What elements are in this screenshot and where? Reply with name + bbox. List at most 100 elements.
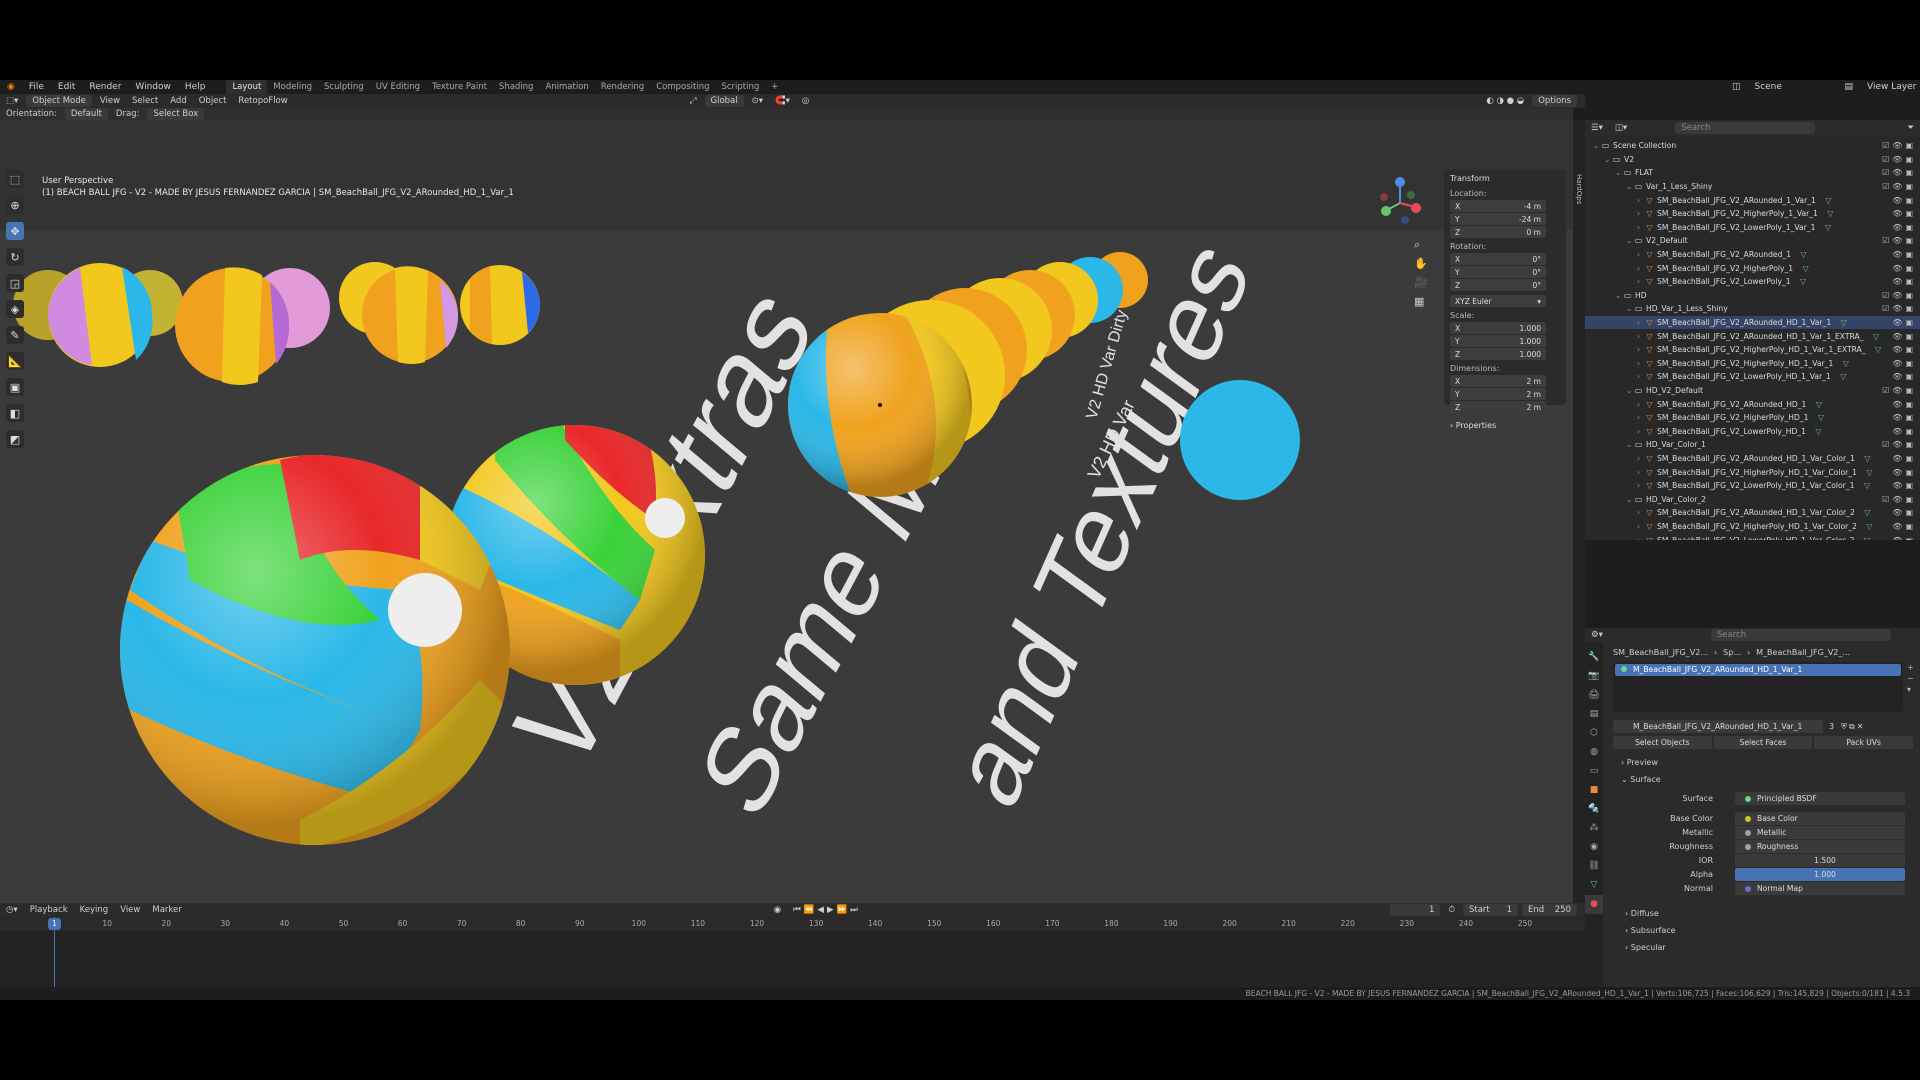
outliner-editor-icon[interactable]: ☰▾ xyxy=(1585,123,1609,133)
location-x-field[interactable]: X -4 m xyxy=(1450,200,1546,212)
outliner-collection-row[interactable]: ⌄ ▭ FLAT ☑👁▣ xyxy=(1585,166,1920,180)
outliner-object-row[interactable]: ›▽SM_BeachBall_JFG_V2_LowerPoly_HD_1_Var… xyxy=(1585,479,1920,493)
expand-chevron-icon[interactable]: › xyxy=(1637,223,1645,232)
data-tab-icon[interactable]: ▽ xyxy=(1585,876,1603,895)
tab-scripting[interactable]: Scripting xyxy=(715,80,765,94)
expand-chevron-icon[interactable]: ⌄ xyxy=(1604,155,1612,164)
tab-rendering[interactable]: Rendering xyxy=(595,80,650,94)
transform-tool[interactable]: ◈ xyxy=(6,300,24,318)
subsurface-panel-header[interactable]: › Subsurface xyxy=(1625,926,1676,935)
mode-dropdown[interactable]: Object Mode xyxy=(26,95,92,107)
menu-marker[interactable]: Marker xyxy=(146,905,187,915)
outliner-object-row[interactable]: › ▽ SM_BeachBall_JFG_V2_HigherPoly_HD_1_Va… xyxy=(1585,465,1920,479)
outliner-object-row[interactable]: › ▽ SM_BeachBall_JFG_V2_HigherPoly_HD_1_Va… xyxy=(1585,520,1920,534)
tab-compositing[interactable]: Compositing xyxy=(650,80,715,94)
tab-animation[interactable]: Animation xyxy=(539,80,594,94)
transform-title[interactable]: Transform xyxy=(1450,174,1560,183)
move-tool[interactable]: ✥ xyxy=(6,222,24,240)
cursor-tool[interactable]: ⊕ xyxy=(6,196,24,214)
preview-range-icon[interactable]: ⏱ xyxy=(1442,905,1461,915)
expand-chevron-icon[interactable]: › xyxy=(1637,250,1645,259)
outliner-object-row[interactable]: › ▽ SM_BeachBall_JFG_V2_ARounded_1 ▽ 👁▣ xyxy=(1585,248,1920,262)
viewport-shading-icons[interactable]: ◐ ◑ ● ◒ xyxy=(1480,96,1530,106)
outliner-object-row[interactable]: ›▽SM_BeachBall_JFG_V2_LowerPoly_HD_1_Var… xyxy=(1585,533,1920,540)
input-field-surface[interactable]: Principled BSDF xyxy=(1735,792,1905,805)
expand-chevron-icon[interactable]: › xyxy=(1637,345,1645,354)
menu-view[interactable]: View xyxy=(94,96,126,106)
options-dropdown[interactable]: Options xyxy=(1532,95,1577,107)
expand-chevron-icon[interactable]: › xyxy=(1637,400,1645,409)
visibility-toggle-icons[interactable]: ☑👁▣ xyxy=(1882,440,1916,449)
input-field-base-color[interactable]: Base Color xyxy=(1735,812,1905,825)
expand-chevron-icon[interactable]: › xyxy=(1637,522,1645,531)
scale-z-field[interactable]: Z 1.000 xyxy=(1450,348,1546,360)
collection-tab-icon[interactable]: ▭ xyxy=(1585,762,1603,781)
visibility-toggle-icons[interactable]: 👁▣ xyxy=(1892,345,1916,354)
rotation-mode-dropdown[interactable]: XYZ Euler ▾ xyxy=(1450,295,1546,307)
menu-select[interactable]: Select xyxy=(126,96,164,106)
scene-tab-icon[interactable]: ⬡ xyxy=(1585,724,1603,743)
input-field-metallic[interactable]: Metallic xyxy=(1735,826,1905,839)
menu-playback[interactable]: Playback xyxy=(24,905,74,915)
expand-chevron-icon[interactable]: ⌄ xyxy=(1626,182,1634,191)
dimensions-y-field[interactable]: Y2 m xyxy=(1450,388,1546,400)
slot-specials-button[interactable]: ▾ xyxy=(1907,684,1917,695)
expand-chevron-icon[interactable]: › xyxy=(1637,454,1645,463)
menu-file[interactable]: File xyxy=(22,82,51,92)
visibility-toggle-icons[interactable]: 👁▣ xyxy=(1892,264,1916,273)
editor-type-icon[interactable]: ⬚▾ xyxy=(0,96,24,106)
preview-panel-header[interactable]: › Preview xyxy=(1621,758,1658,767)
menu-edit[interactable]: Edit xyxy=(51,82,82,92)
expand-chevron-icon[interactable]: › xyxy=(1637,196,1645,205)
auto-key-icon[interactable]: ◉ xyxy=(768,905,787,915)
specular-panel-header[interactable]: › Specular xyxy=(1625,943,1666,952)
material-tab-icon[interactable]: ● xyxy=(1585,895,1603,914)
output-tab-icon[interactable]: 🖨 xyxy=(1585,686,1603,705)
tab-layout[interactable]: Layout xyxy=(226,80,268,94)
expand-chevron-icon[interactable]: › xyxy=(1637,481,1645,490)
expand-chevron-icon[interactable]: › xyxy=(1637,332,1645,341)
visibility-toggle-icons[interactable]: 👁▣ xyxy=(1892,223,1916,232)
visibility-toggle-icons[interactable]: 👁▣ xyxy=(1892,318,1916,327)
grid-icon[interactable]: ▦ xyxy=(1414,292,1428,311)
visibility-toggle-icons[interactable]: 👁▣ xyxy=(1892,359,1916,368)
proportional-edit-icon[interactable]: ◎ xyxy=(796,96,815,106)
outliner-object-row[interactable]: › ▽ SM_BeachBall_JFG_V2_HigherPoly_HD_1 ▽ 👁▣ xyxy=(1585,411,1920,425)
outliner-collection-row[interactable]: ⌄ ▭ HD_Var_1_Less_Shiny ☑👁▣ xyxy=(1585,302,1920,316)
extra-tool-1[interactable]: ◧ xyxy=(6,404,24,422)
outliner-search-input[interactable]: Search xyxy=(1675,122,1816,134)
expand-chevron-icon[interactable]: › xyxy=(1637,372,1645,381)
input-field-roughness[interactable]: Roughness xyxy=(1735,840,1905,853)
pivot-icon[interactable]: ⊙▾ xyxy=(746,96,769,106)
expand-chevron-icon[interactable]: ⌄ xyxy=(1626,236,1634,245)
constraints-tab-icon[interactable]: ⛓ xyxy=(1585,857,1603,876)
visibility-toggle-icons[interactable]: 👁▣ xyxy=(1892,481,1916,490)
input-field-normal[interactable]: Normal Map xyxy=(1735,882,1905,895)
visibility-toggle-icons[interactable]: 👁▣ xyxy=(1892,372,1916,381)
visibility-toggle-icons[interactable]: 👁▣ xyxy=(1892,508,1916,517)
material-datablock-field[interactable]: M_BeachBall_JFG_V2_ARounded_HD_1_Var_1 xyxy=(1613,720,1823,733)
menu-render[interactable]: Render xyxy=(82,82,128,92)
expand-chevron-icon[interactable]: › xyxy=(1637,264,1645,273)
dimensions-x-field[interactable]: X2 m xyxy=(1450,375,1546,387)
expand-chevron-icon[interactable]: ⌄ xyxy=(1615,168,1623,177)
select-box-tool[interactable]: ⬚ xyxy=(6,170,24,188)
properties-search-input[interactable]: Search xyxy=(1710,629,1891,641)
expand-chevron-icon[interactable]: › xyxy=(1637,277,1645,286)
visibility-toggle-icons[interactable]: ☑👁▣ xyxy=(1882,168,1916,177)
input-field-alpha[interactable]: 1.000 xyxy=(1735,868,1905,881)
visibility-toggle-icons[interactable]: 👁▣ xyxy=(1892,196,1916,205)
menu-keying[interactable]: Keying xyxy=(74,905,115,915)
remove-slot-button[interactable]: − xyxy=(1907,673,1917,684)
expand-chevron-icon[interactable]: ⌄ xyxy=(1626,304,1634,313)
tab-sculpting[interactable]: Sculpting xyxy=(318,80,370,94)
tool-tab-icon[interactable]: 🔧 xyxy=(1585,648,1603,667)
transform-space-dropdown[interactable]: Global xyxy=(704,95,744,107)
view-layer-name[interactable]: View Layer xyxy=(1860,82,1920,92)
object-tab-icon[interactable]: ■ xyxy=(1585,781,1603,800)
outliner-object-row[interactable]: › ▽ SM_BeachBall_JFG_V2_HigherPoly_HD_1_Va… xyxy=(1585,343,1920,357)
properties-editor-icon[interactable]: ⚙▾ xyxy=(1585,630,1609,640)
material-slot-list[interactable]: M_BeachBall_JFG_V2_ARounded_HD_1_Var_1 xyxy=(1613,662,1903,712)
rotation-x-field[interactable]: X 0° xyxy=(1450,253,1546,265)
timeline[interactable]: 1102030405060708090100110120130140150160… xyxy=(0,917,1585,987)
